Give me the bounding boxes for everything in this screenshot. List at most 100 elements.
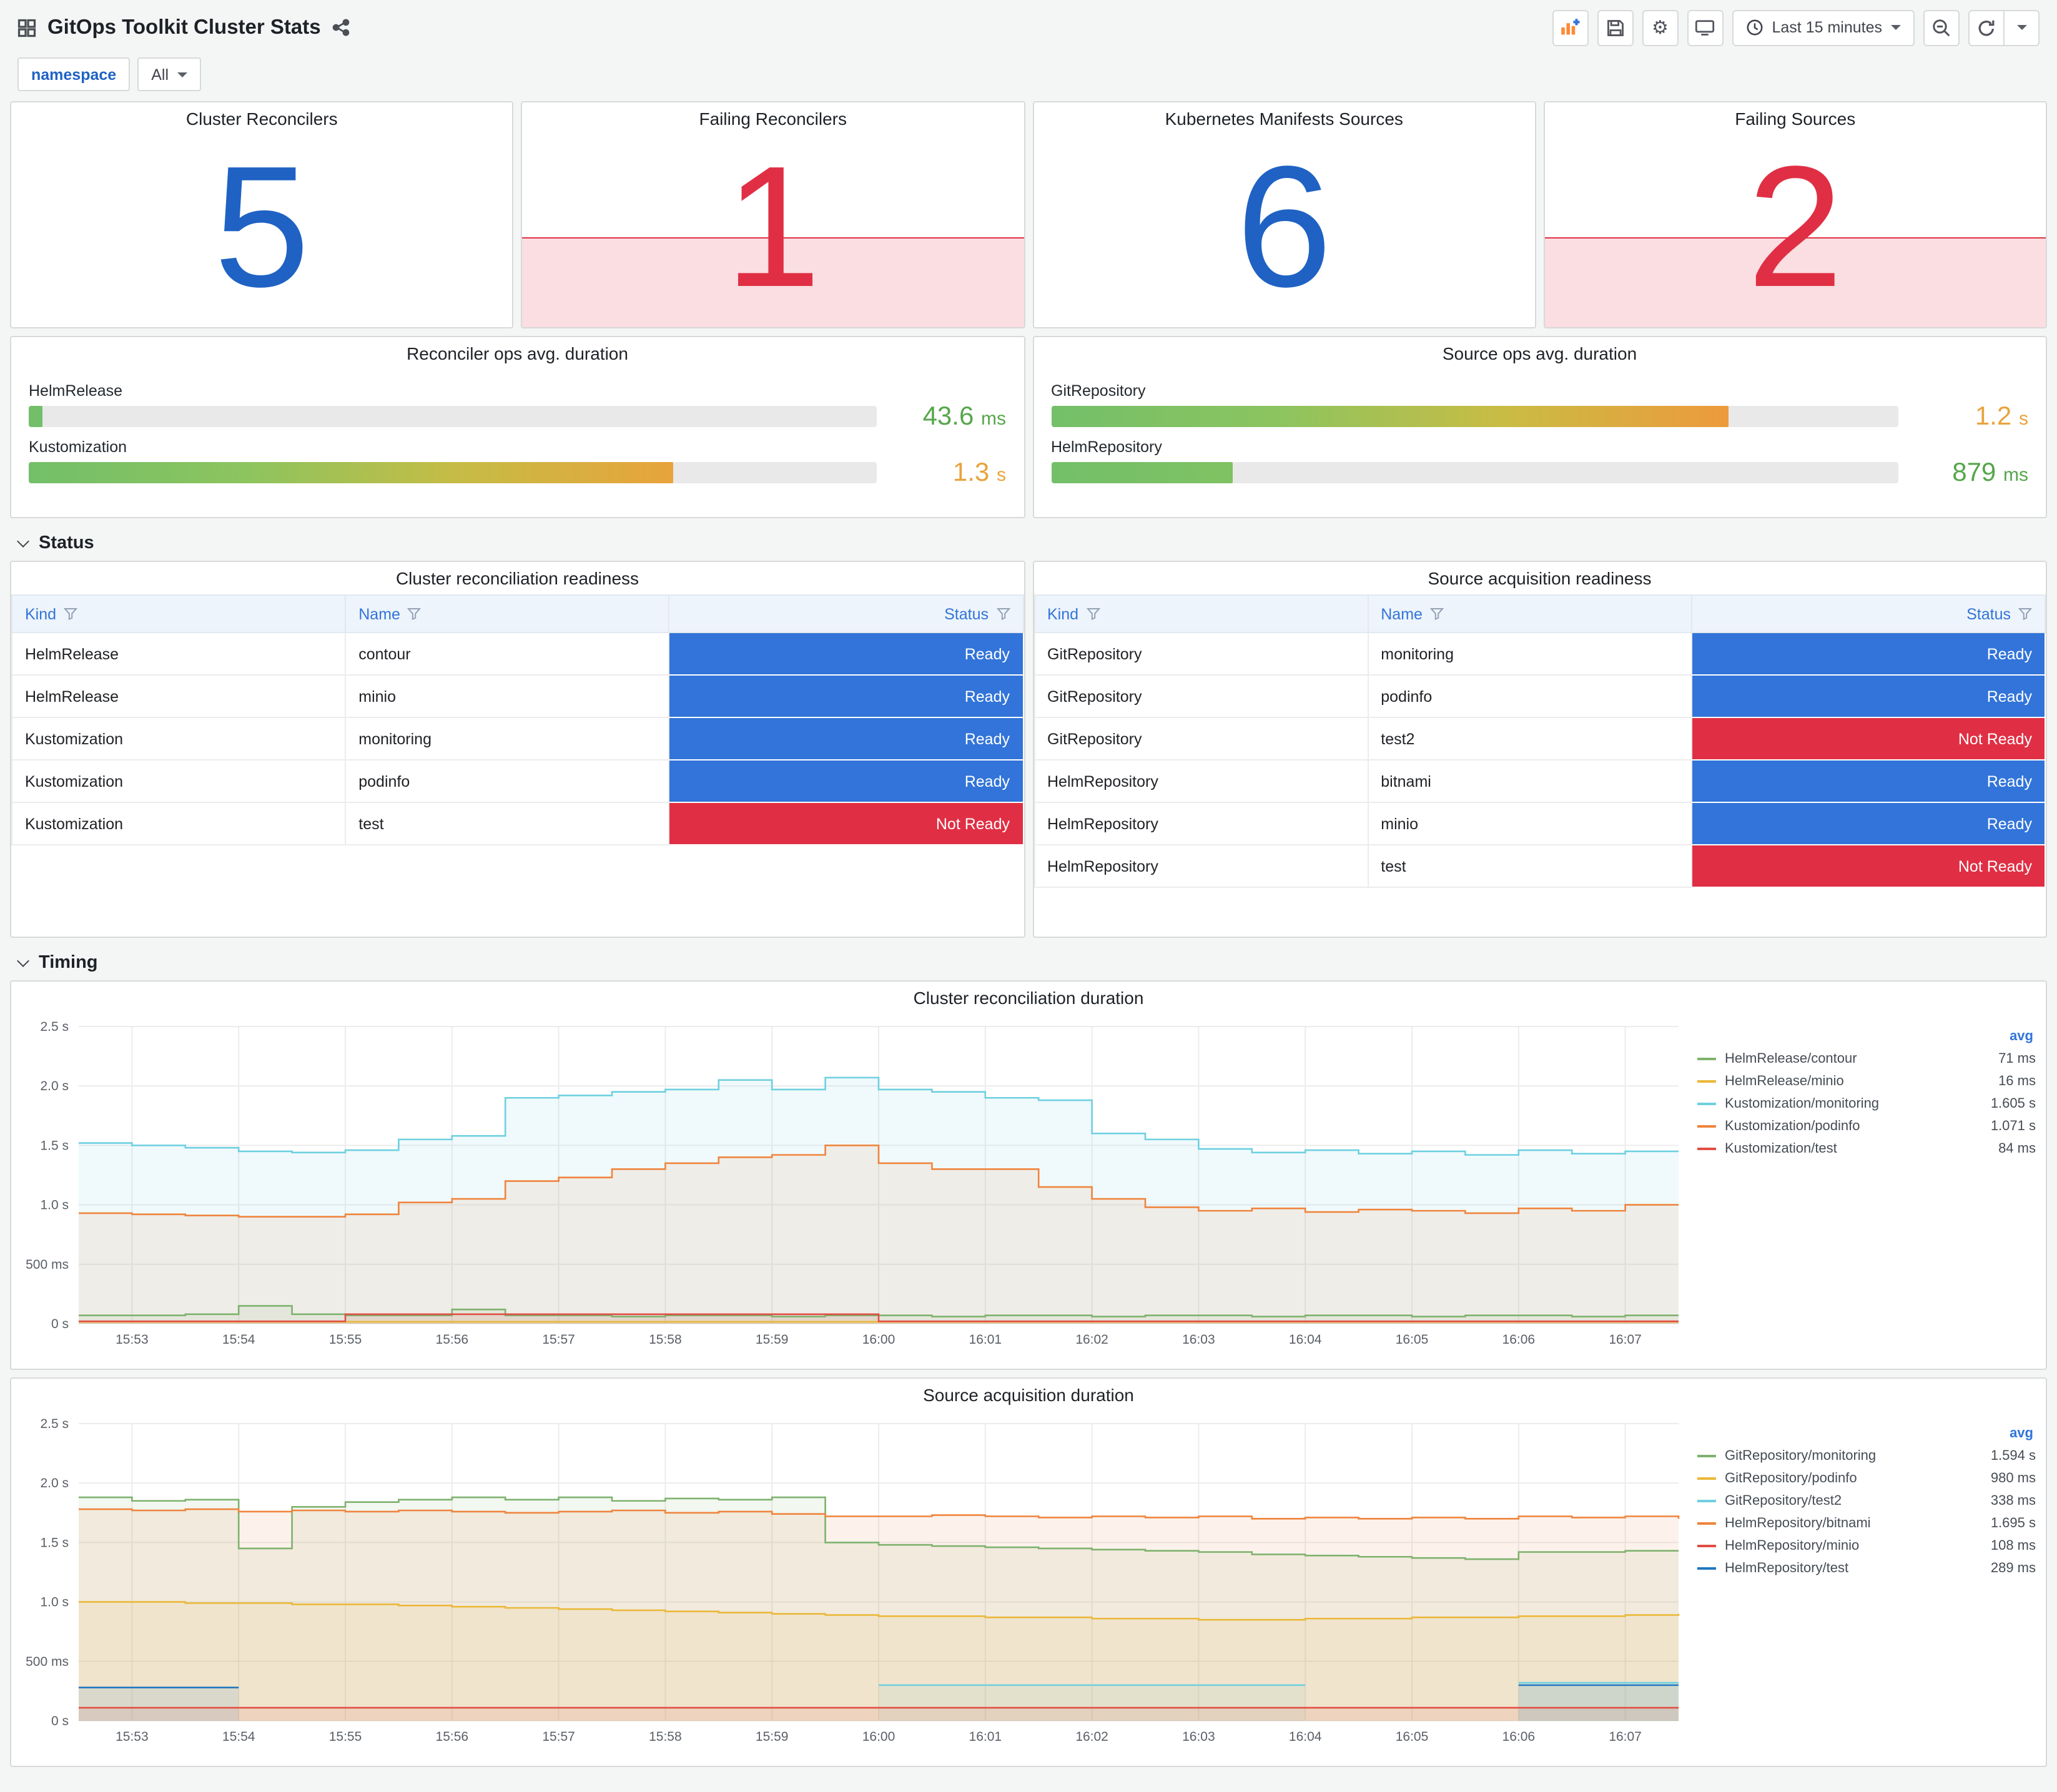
cell-name: bitnami [1367, 759, 1692, 803]
refresh-icon[interactable] [1968, 9, 2005, 46]
section-header-timing[interactable]: Timing [7, 945, 2050, 980]
refresh-interval-dropdown[interactable] [2003, 9, 2040, 46]
page-title: GitOps Toolkit Cluster Stats [47, 16, 321, 38]
svg-text:1.0 s: 1.0 s [40, 1595, 69, 1610]
share-icon[interactable] [332, 19, 350, 36]
svg-text:16:01: 16:01 [969, 1730, 1002, 1744]
svg-text:0 s: 0 s [51, 1714, 69, 1728]
gauge-bar [29, 462, 673, 483]
legend-series-name[interactable]: Kustomization/test [1725, 1141, 1998, 1156]
legend-item[interactable]: HelmRelease/contour 71 ms [1697, 1048, 2036, 1070]
cell-kind: HelmRepository [1033, 844, 1369, 888]
gauge-value: 1.2 s [1975, 402, 2028, 431]
dashboard-grid-icon[interactable] [17, 18, 36, 37]
clock-icon [1747, 19, 1762, 36]
column-header-kind[interactable]: Kind [1033, 594, 1369, 633]
column-header-status[interactable]: Status [668, 594, 1024, 633]
status-badge: Not Ready [1690, 844, 2046, 888]
time-series-plot[interactable]: 0 s 500 ms 1.0 s 1.5 s 2.0 s 2.5 s 15:53 15:54 1… [21, 1014, 1687, 1356]
section-header-status[interactable]: Status [7, 526, 2050, 561]
svg-text:15:54: 15:54 [222, 1730, 255, 1744]
svg-text:16:01: 16:01 [969, 1332, 1002, 1347]
svg-text:15:55: 15:55 [329, 1332, 362, 1347]
cell-name: test2 [1367, 717, 1692, 761]
svg-text:16:06: 16:06 [1502, 1332, 1536, 1347]
save-dashboard-icon[interactable] [1597, 9, 1634, 46]
legend-series-name[interactable]: HelmRepository/minio [1725, 1538, 1991, 1553]
legend-item[interactable]: Kustomization/monitoring 1.605 s [1697, 1093, 2036, 1115]
column-header-name[interactable]: Name [345, 594, 670, 633]
stat-panel-kubernetes-manifests-sources: Kubernetes Manifests Sources 6 [1032, 101, 1536, 328]
panel-cluster-reconciliation-duration: Cluster reconciliation duration 0 s 500 m… [10, 980, 2047, 1370]
legend-item[interactable]: Kustomization/test 84 ms [1697, 1138, 2036, 1160]
grafana-dashboard: GitOps Toolkit Cluster Stats ⚙ Last 15 m… [0, 0, 2057, 1792]
status-badge: Ready [1690, 632, 2046, 676]
gauge-bar [1051, 406, 1729, 427]
legend-series-name[interactable]: GitRepository/podinfo [1725, 1471, 1991, 1486]
legend-series-name[interactable]: Kustomization/monitoring [1725, 1096, 1991, 1111]
svg-text:15:58: 15:58 [649, 1730, 682, 1744]
svg-text:15:59: 15:59 [756, 1730, 789, 1744]
legend-series-name[interactable]: HelmRepository/bitnami [1725, 1516, 1991, 1531]
legend-item[interactable]: GitRepository/podinfo 980 ms [1697, 1467, 2036, 1490]
cell-name: monitoring [345, 717, 670, 761]
time-series-plot[interactable]: 0 s 500 ms 1.0 s 1.5 s 2.0 s 2.5 s 15:53 15:54 1… [21, 1411, 1687, 1753]
svg-text:16:06: 16:06 [1502, 1730, 1536, 1744]
filter-icon [996, 608, 1010, 621]
gauge-label: GitRepository [1051, 382, 1146, 400]
legend-item[interactable]: HelmRelease/minio 16 ms [1697, 1070, 2036, 1093]
table-row: HelmRepository bitnami Ready [1033, 759, 2046, 803]
namespace-variable-label[interactable]: namespace [17, 57, 131, 91]
svg-text:2.5 s: 2.5 s [40, 1020, 69, 1034]
legend-avg-value: 289 ms [1990, 1561, 2036, 1576]
section-label: Timing [39, 953, 98, 973]
legend-avg-value: 338 ms [1990, 1494, 2036, 1509]
series-color-swatch [1697, 1477, 1717, 1480]
legend-series-name[interactable]: GitRepository/test2 [1725, 1494, 1991, 1509]
column-header-status[interactable]: Status [1690, 594, 2046, 633]
legend-series-name[interactable]: HelmRepository/test [1725, 1561, 1991, 1576]
legend-item[interactable]: HelmRepository/test 289 ms [1697, 1557, 2036, 1580]
filter-icon [64, 608, 78, 621]
svg-text:16:07: 16:07 [1609, 1332, 1642, 1347]
cell-kind: Kustomization [11, 717, 347, 761]
legend-item[interactable]: GitRepository/monitoring 1.594 s [1697, 1445, 2036, 1467]
cell-name: test [1367, 844, 1692, 888]
cell-name: minio [1367, 802, 1692, 845]
legend-series-name[interactable]: GitRepository/monitoring [1725, 1449, 1991, 1464]
filter-icon [1086, 608, 1100, 621]
legend-item[interactable]: HelmRepository/bitnami 1.695 s [1697, 1512, 2036, 1535]
legend-series-name[interactable]: HelmRelease/contour [1725, 1051, 1998, 1066]
svg-text:16:02: 16:02 [1075, 1332, 1108, 1347]
series-color-swatch [1697, 1103, 1717, 1105]
panel-title: Source acquisition duration [923, 1385, 1134, 1405]
table-row: Kustomization monitoring Ready [11, 717, 1024, 761]
legend-item[interactable]: HelmRepository/minio 108 ms [1697, 1535, 2036, 1557]
stat-value: 1 [725, 131, 821, 323]
legend-item[interactable]: Kustomization/podinfo 1.071 s [1697, 1115, 2036, 1138]
legend-item[interactable]: GitRepository/test2 338 ms [1697, 1490, 2036, 1512]
legend-avg-value: 1.071 s [1990, 1119, 2036, 1134]
table-header-row: Kind Name Status [1033, 594, 2046, 633]
chevron-down-icon [177, 72, 188, 77]
gauge-label: HelmRepository [1051, 438, 1162, 456]
status-badge: Ready [668, 759, 1024, 803]
legend-series-name[interactable]: Kustomization/podinfo [1725, 1119, 1991, 1134]
tv-mode-icon[interactable] [1687, 9, 1724, 46]
stat-panel-cluster-reconcilers: Cluster Reconcilers 5 [10, 101, 514, 328]
column-header-name[interactable]: Name [1367, 594, 1692, 633]
legend-avg-value: 1.695 s [1990, 1516, 2036, 1531]
namespace-variable-value[interactable]: All [137, 57, 202, 91]
legend-series-name[interactable]: HelmRelease/minio [1725, 1074, 1998, 1089]
stats-row: Cluster Reconcilers 5 Failing Reconciler… [10, 101, 2047, 328]
zoom-out-icon[interactable] [1923, 9, 1960, 46]
status-badge: Not Ready [1690, 717, 2046, 761]
add-panel-button[interactable] [1552, 9, 1589, 46]
cell-kind: HelmRelease [11, 674, 347, 718]
svg-text:2.0 s: 2.0 s [40, 1476, 69, 1490]
table-row: HelmRelease contour Ready [11, 632, 1024, 676]
legend-avg-value: 71 ms [1998, 1051, 2036, 1066]
time-range-picker[interactable]: Last 15 minutes [1732, 9, 1915, 46]
column-header-kind[interactable]: Kind [11, 594, 347, 633]
gear-icon[interactable]: ⚙ [1642, 9, 1679, 46]
